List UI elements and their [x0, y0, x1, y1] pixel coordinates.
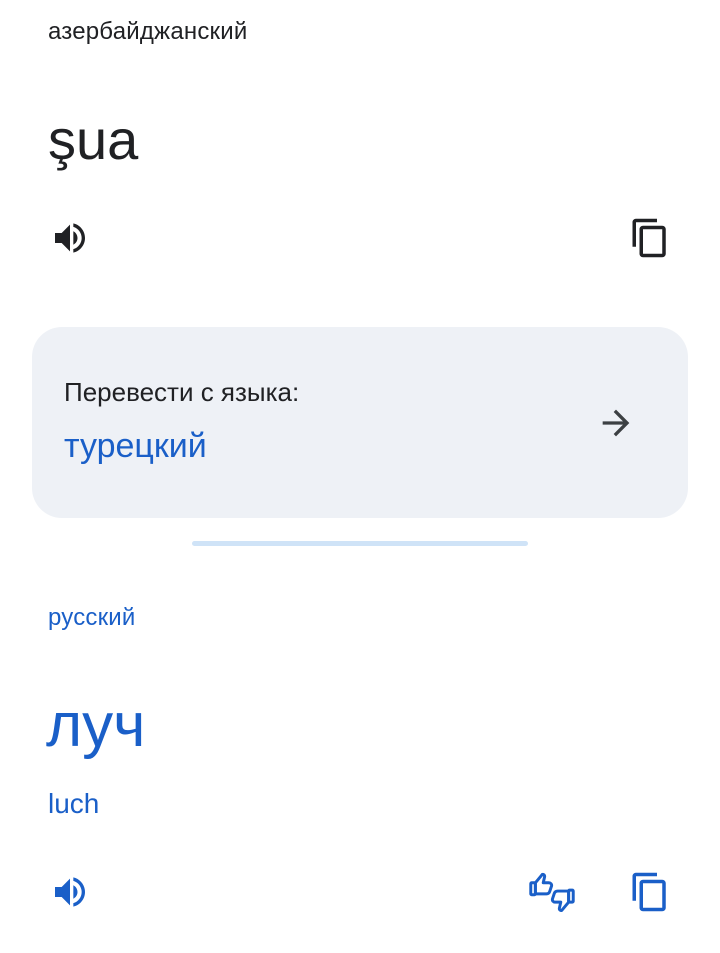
divider — [192, 541, 528, 546]
source-listen-button[interactable] — [46, 214, 94, 262]
translate-from-arrow-button[interactable] — [592, 399, 640, 447]
speaker-icon — [55, 223, 85, 253]
source-language-label: азербайджанский — [48, 18, 248, 45]
copy-icon — [632, 872, 666, 912]
speaker-icon — [55, 877, 85, 907]
thumbs-up-down-icon — [529, 872, 575, 913]
translation-copy-button[interactable] — [626, 868, 674, 916]
translation-text: луч — [46, 691, 146, 760]
translate-from-label: Перевести с языка: — [64, 377, 300, 407]
detected-language[interactable]: турецкий — [64, 427, 207, 466]
rate-translation-button[interactable] — [528, 868, 576, 916]
arrow-right-icon — [602, 409, 630, 437]
translation-listen-button[interactable] — [46, 868, 94, 916]
target-language-label: русский — [48, 604, 136, 631]
translate-from-card[interactable]: Перевести с языка: турецкий — [32, 327, 688, 518]
copy-icon — [632, 218, 666, 258]
transliteration: luch — [48, 788, 100, 819]
source-text: şua — [48, 108, 139, 171]
source-copy-button[interactable] — [626, 214, 674, 262]
